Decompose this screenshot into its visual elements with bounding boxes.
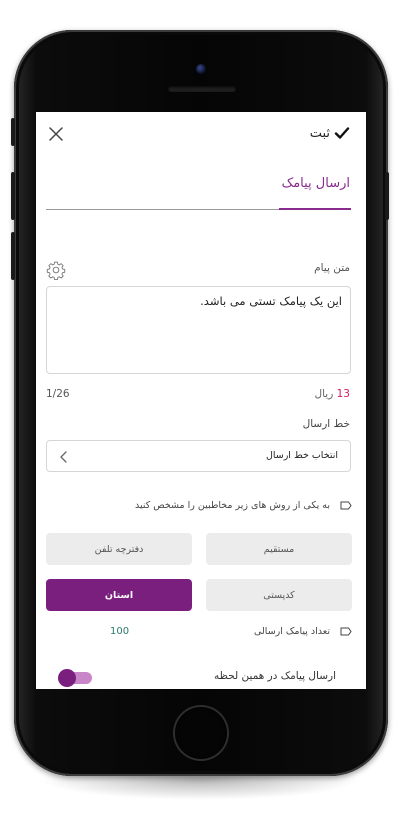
message-textarea[interactable]: این یک پیامک تستی می باشد. <box>46 286 351 374</box>
message-price: 13 ریال <box>314 388 350 400</box>
submit-button[interactable]: ثبت <box>310 125 350 141</box>
send-line-select[interactable]: انتخاب خط ارسال <box>46 440 351 472</box>
character-counter: 1/26 <box>46 388 70 400</box>
volume-down-button <box>11 232 15 280</box>
toggle-knob <box>58 669 76 687</box>
gear-icon[interactable] <box>46 260 66 280</box>
sms-count-value: 100 <box>110 626 130 637</box>
send-line-label: خط ارسال <box>302 418 350 430</box>
price-value: 13 <box>336 388 350 400</box>
tab-send-sms[interactable]: ارسال پیامک <box>282 176 350 191</box>
price-unit: ریال <box>314 388 334 400</box>
top-bar: ثبت <box>36 112 366 156</box>
radio-indicator[interactable] <box>340 501 352 510</box>
message-label: متن پیام <box>314 262 350 274</box>
option-direct-button[interactable]: مستقیم <box>206 533 352 565</box>
send-now-label: ارسال پیامک در همین لحظه <box>213 670 336 682</box>
send-now-toggle[interactable] <box>58 669 92 687</box>
app-screen: ثبت ارسال پیامک متن پیام این یک پیامک تس… <box>36 112 366 689</box>
sms-count-label: تعداد پیامک ارسالی <box>253 626 330 637</box>
recipient-method-row: به یکی از روش های زیر مخاطبین را مشخص کن… <box>135 500 352 511</box>
chevron-left-icon <box>60 451 67 463</box>
power-button <box>385 172 389 220</box>
option-phonebook-button[interactable]: دفترچه تلفن <box>46 533 192 565</box>
recipient-method-text: به یکی از روش های زیر مخاطبین را مشخص کن… <box>135 500 330 511</box>
radio-indicator[interactable] <box>340 627 352 636</box>
front-camera <box>196 64 206 74</box>
check-icon <box>334 127 350 139</box>
close-icon[interactable] <box>48 126 64 142</box>
home-button[interactable] <box>175 707 227 759</box>
sms-count-row: تعداد پیامک ارسالی <box>254 626 352 637</box>
submit-label: ثبت <box>309 125 330 141</box>
silent-switch <box>11 118 15 146</box>
earpiece-speaker <box>168 86 236 92</box>
send-line-placeholder: انتخاب خط ارسال <box>265 450 338 461</box>
volume-up-button <box>11 172 15 220</box>
tab-active-indicator <box>279 208 351 210</box>
option-postal-code-button[interactable]: کدپستی <box>206 579 352 611</box>
option-province-button[interactable]: استان <box>46 579 192 611</box>
